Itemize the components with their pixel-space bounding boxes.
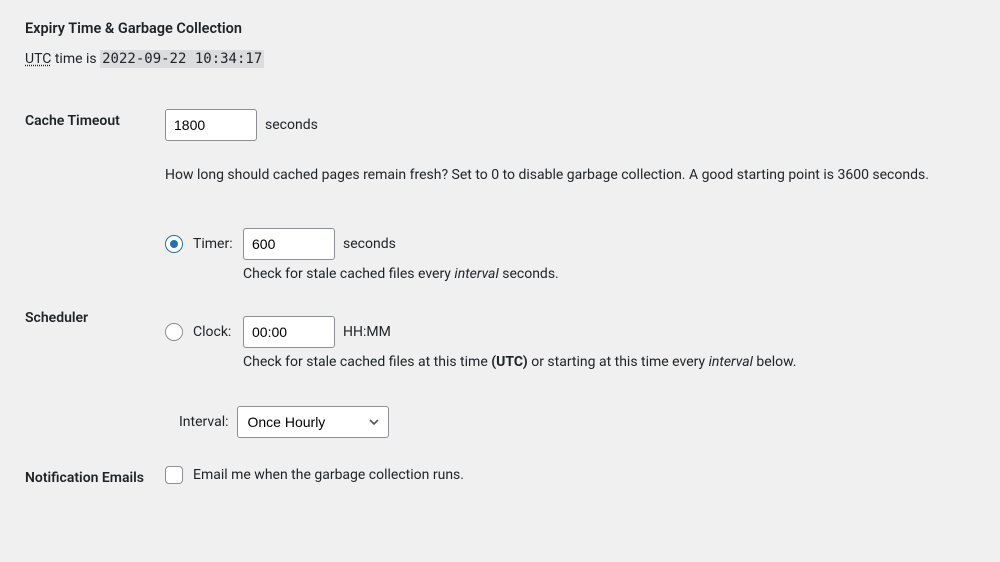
scheduler-clock-label: Clock: <box>193 324 231 340</box>
cache-timeout-unit: seconds <box>265 117 318 133</box>
scheduler-timer-option[interactable]: Timer: <box>165 235 243 253</box>
scheduler-timer-input[interactable] <box>243 228 335 260</box>
notification-emails-label: Notification Emails <box>25 452 165 504</box>
notification-email-option[interactable]: Email me when the garbage collection run… <box>165 466 965 484</box>
utc-time-value: 2022-09-22 10:34:17 <box>100 50 264 68</box>
scheduler-interval-select[interactable]: Once Hourly <box>237 406 389 438</box>
cache-timeout-description: How long should cached pages remain fres… <box>165 165 965 186</box>
utc-time-line: UTC time is 2022-09-22 10:34:17 <box>25 51 975 67</box>
notification-email-text: Email me when the garbage collection run… <box>193 467 464 483</box>
scheduler-clock-input[interactable] <box>243 316 335 348</box>
scheduler-clock-help: Check for stale cached files at this tim… <box>243 354 965 370</box>
scheduler-clock-radio[interactable] <box>165 323 183 341</box>
scheduler-interval-label: Interval: <box>179 414 229 430</box>
scheduler-timer-radio[interactable] <box>165 235 183 253</box>
notification-email-checkbox[interactable] <box>165 466 183 484</box>
cache-timeout-label: Cache Timeout <box>25 95 165 214</box>
scheduler-clock-option[interactable]: Clock: <box>165 323 243 341</box>
scheduler-timer-label: Timer: <box>193 236 233 252</box>
utc-abbr: UTC <box>25 51 51 67</box>
section-heading: Expiry Time & Garbage Collection <box>25 20 975 37</box>
scheduler-timer-unit: seconds <box>343 236 396 252</box>
utc-time-is: time is <box>55 51 97 67</box>
scheduler-clock-unit: HH:MM <box>343 324 391 340</box>
cache-timeout-input[interactable] <box>165 109 257 141</box>
scheduler-label: Scheduler <box>25 214 165 452</box>
scheduler-timer-help: Check for stale cached files every inter… <box>243 266 965 282</box>
